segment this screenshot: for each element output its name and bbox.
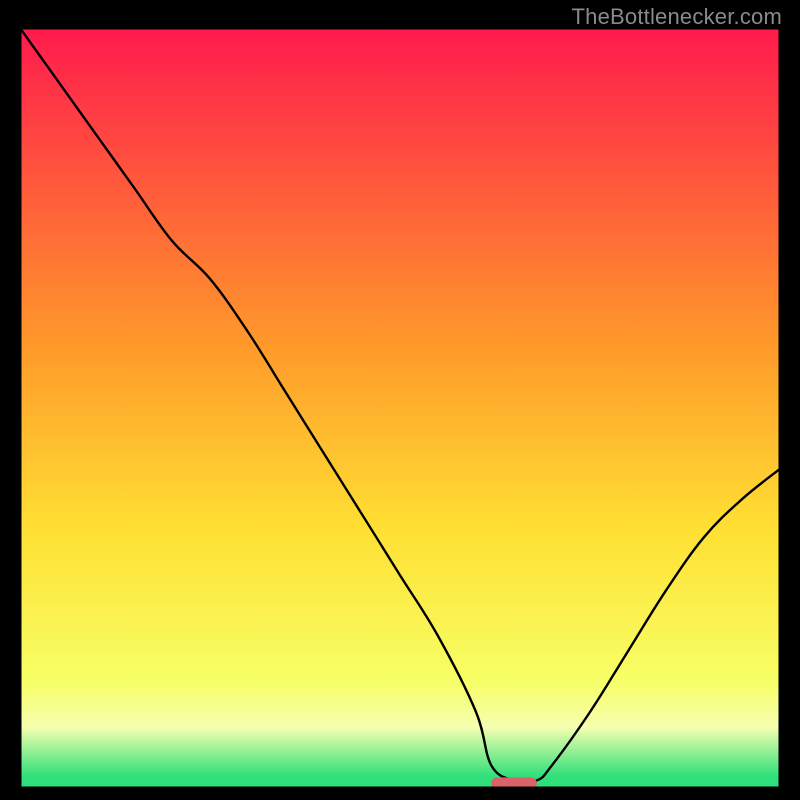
- watermark-text: TheBottlenecker.com: [572, 4, 782, 30]
- chart-frame: [20, 28, 780, 788]
- bottleneck-chart: [20, 28, 780, 788]
- optimum-marker: [491, 777, 537, 788]
- gradient-background: [20, 28, 780, 788]
